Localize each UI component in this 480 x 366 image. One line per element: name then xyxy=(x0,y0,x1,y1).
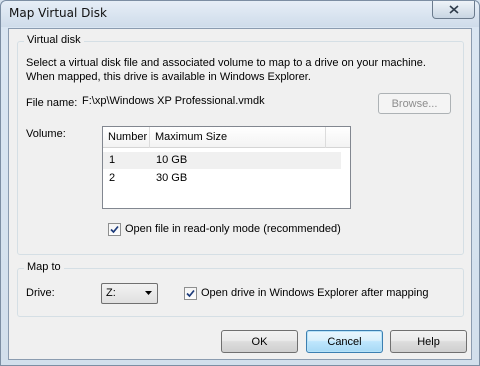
window-title: Map Virtual Disk xyxy=(9,6,107,20)
volume-size: 30 GB xyxy=(156,172,188,184)
cancel-button-label: Cancel xyxy=(327,335,362,348)
readonly-label[interactable]: Open file in read-only mode (recommended… xyxy=(125,223,341,235)
description-line-2: When mapped, this drive is available in … xyxy=(26,71,311,83)
ok-button-label: OK xyxy=(251,335,268,348)
file-name-label: File name: xyxy=(26,97,78,109)
drive-select[interactable]: Z: xyxy=(101,283,158,304)
column-header-number[interactable]: Number xyxy=(103,127,150,148)
volume-size: 10 GB xyxy=(156,154,188,166)
dialog-client-area: Virtual disk Select a virtual disk file … xyxy=(8,28,472,360)
close-button[interactable] xyxy=(432,1,475,19)
readonly-checkbox[interactable] xyxy=(108,223,121,236)
virtual-disk-group: Virtual disk Select a virtual disk file … xyxy=(17,34,464,255)
drive-select-value: Z: xyxy=(106,287,116,299)
volume-list-header: Number Maximum Size xyxy=(103,127,350,148)
check-icon xyxy=(110,225,119,234)
browse-button[interactable]: Browse... xyxy=(378,93,451,114)
title-bar[interactable]: Map Virtual Disk xyxy=(1,1,479,27)
map-to-group-label: Map to xyxy=(24,261,64,273)
volume-row-2[interactable]: 2 30 GB xyxy=(103,170,341,187)
virtual-disk-group-label: Virtual disk xyxy=(24,34,84,46)
column-number-label: Number xyxy=(108,131,148,143)
volume-list[interactable]: Number Maximum Size 1 10 GB 2 30 GB xyxy=(102,126,351,209)
help-button[interactable]: Help xyxy=(390,330,467,353)
open-explorer-checkbox[interactable] xyxy=(184,287,197,300)
close-icon xyxy=(448,5,459,14)
volume-row-1[interactable]: 1 10 GB xyxy=(103,152,341,169)
volume-number: 1 xyxy=(109,154,116,166)
ok-button[interactable]: OK xyxy=(221,330,298,353)
browse-button-label: Browse... xyxy=(391,97,438,110)
description-text: Select a virtual disk file and associate… xyxy=(26,56,462,84)
column-header-maximum-size[interactable]: Maximum Size xyxy=(150,127,326,148)
volume-label: Volume: xyxy=(26,128,66,140)
file-name-field: F:\xp\Windows XP Professional.vmdk xyxy=(78,92,334,112)
chevron-down-icon xyxy=(145,291,152,295)
volume-number: 2 xyxy=(109,172,116,184)
description-line-1: Select a virtual disk file and associate… xyxy=(26,57,426,69)
help-button-label: Help xyxy=(417,335,440,348)
map-to-group: Map to Drive: Z: Open drive in Windows E… xyxy=(17,261,464,317)
check-icon xyxy=(186,289,195,298)
map-virtual-disk-dialog: Map Virtual Disk Virtual disk Select a v… xyxy=(0,0,480,366)
column-size-label: Maximum Size xyxy=(155,131,228,143)
cancel-button[interactable]: Cancel xyxy=(306,330,383,353)
open-explorer-label[interactable]: Open drive in Windows Explorer after map… xyxy=(201,287,428,299)
drive-label: Drive: xyxy=(26,287,55,299)
